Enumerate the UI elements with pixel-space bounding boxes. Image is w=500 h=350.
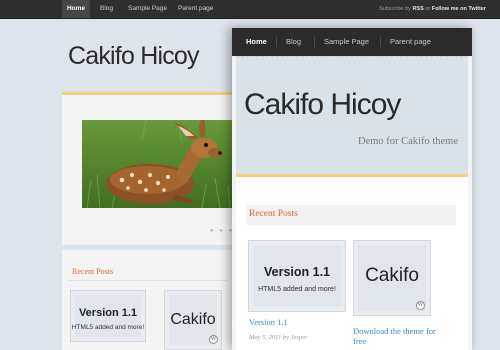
thumb-subtitle: HTML5 added and more! xyxy=(71,324,145,331)
fg-site-tagline: Demo for Cakifo theme xyxy=(357,136,458,147)
fg-recent-posts-heading: Recent Posts xyxy=(249,209,298,219)
narrow-theme-preview: Home Blog Sample Page Parent page Cakifo… xyxy=(232,28,472,350)
post-date: May 5, 2011 xyxy=(249,334,282,341)
bg-nav-home[interactable]: Home xyxy=(62,0,90,18)
post-title-line: free xyxy=(353,336,367,346)
fawn-photo xyxy=(82,120,234,208)
fg-nav-sample-page[interactable]: Sample Page xyxy=(324,28,369,56)
bg-recent-posts-heading: Recent Posts xyxy=(72,267,114,276)
thumb-title: Version 1.1 xyxy=(263,265,330,279)
bg-divider xyxy=(68,280,228,281)
fg-post-title-download[interactable]: Download the theme for free xyxy=(353,326,436,346)
nav-separator xyxy=(314,37,315,47)
nav-separator xyxy=(380,37,381,47)
bg-post-thumb-version[interactable]: Version 1.1 HTML5 added and more! xyxy=(70,290,146,342)
bg-nav-blog[interactable]: Blog xyxy=(100,0,113,18)
thumb-title: Cakifo xyxy=(170,311,216,328)
nav-separator xyxy=(276,37,277,47)
background-navbar: Home Blog Sample Page Parent page Subscr… xyxy=(0,0,500,19)
thumb-title: Version 1.1 xyxy=(78,307,138,319)
twitter-link[interactable]: Follow me on Twitter xyxy=(432,6,486,12)
fg-nav-blog[interactable]: Blog xyxy=(286,28,301,56)
fg-nav-home[interactable]: Home xyxy=(246,28,267,56)
fg-post-thumb-cakifo[interactable]: Cakifo W xyxy=(353,240,431,316)
subscribe-prefix: Subscribe by xyxy=(379,6,411,12)
fg-navbar: Home Blog Sample Page Parent page xyxy=(232,28,472,56)
wordpress-logo-icon: W xyxy=(209,335,218,344)
fg-post-meta: May 5, 2011 by Jesper xyxy=(249,334,308,341)
slider-dots-icon[interactable]: ● ● ● xyxy=(210,228,234,234)
rss-link[interactable]: RSS xyxy=(412,6,423,12)
fg-nav-parent-page[interactable]: Parent page xyxy=(390,28,431,56)
wordpress-logo-icon: W xyxy=(416,301,425,310)
thumb-subtitle: HTML5 added and more! xyxy=(258,286,336,293)
post-author[interactable]: Jesper xyxy=(291,334,308,341)
fg-site-title[interactable]: Cakifo Hicoy xyxy=(244,88,401,122)
bg-site-title[interactable]: Cakifo Hicoy xyxy=(68,42,200,71)
post-title-line: Download the theme for xyxy=(353,326,436,336)
bg-nav-parent-page[interactable]: Parent page xyxy=(178,0,213,18)
fg-post-thumb-version[interactable]: Version 1.1 HTML5 added and more! xyxy=(248,240,346,312)
fg-post-title-version[interactable]: Version 1.1 xyxy=(249,317,288,327)
bg-post-thumb-cakifo[interactable]: Cakifo W xyxy=(164,290,222,350)
post-by: by xyxy=(282,334,289,341)
bg-nav-sample-page[interactable]: Sample Page xyxy=(128,0,167,18)
bg-subscribe-text: Subscribe by RSS or Follow me on Twitter xyxy=(379,0,486,18)
thumb-title: Cakifo xyxy=(365,265,419,286)
subscribe-or: or xyxy=(425,6,431,12)
bg-slider-photo[interactable] xyxy=(82,120,234,208)
